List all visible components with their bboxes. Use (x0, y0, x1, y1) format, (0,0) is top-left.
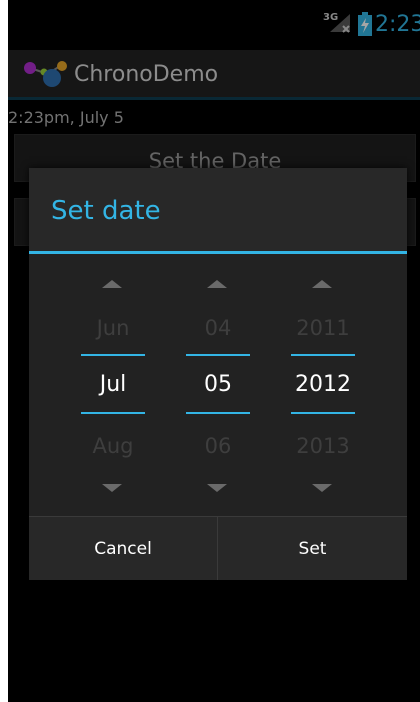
month-prev-value[interactable]: Jun (68, 316, 158, 340)
day-current-value[interactable]: 05 (173, 372, 263, 397)
dialog-button-bar: Cancel Set (29, 516, 407, 580)
set-button[interactable]: Set (218, 517, 407, 580)
day-next-value[interactable]: 06 (173, 434, 263, 458)
day-divider-top (186, 354, 250, 356)
day-picker[interactable]: 04 05 06 (173, 254, 263, 516)
day-prev-value[interactable]: 04 (173, 316, 263, 340)
year-next-value[interactable]: 2013 (278, 434, 368, 458)
year-current-value[interactable]: 2012 (278, 372, 368, 397)
day-increment-arrow-icon[interactable] (207, 280, 227, 288)
year-picker[interactable]: 2011 2012 2013 (278, 254, 368, 516)
month-divider-top (81, 354, 145, 356)
dialog-title: Set date (51, 196, 161, 226)
date-picker-dialog: Set date Jun Jul Aug 04 05 06 2011 2012 … (29, 168, 407, 580)
dialog-title-bar: Set date (29, 168, 407, 254)
day-decrement-arrow-icon[interactable] (207, 484, 227, 492)
cancel-button[interactable]: Cancel (29, 517, 218, 580)
day-divider-bottom (186, 412, 250, 414)
month-divider-bottom (81, 412, 145, 414)
year-prev-value[interactable]: 2011 (278, 316, 368, 340)
date-picker: Jun Jul Aug 04 05 06 2011 2012 2013 (29, 254, 407, 516)
year-divider-top (291, 354, 355, 356)
month-picker[interactable]: Jun Jul Aug (68, 254, 158, 516)
month-decrement-arrow-icon[interactable] (102, 484, 122, 492)
year-increment-arrow-icon[interactable] (312, 280, 332, 288)
month-current-value[interactable]: Jul (68, 372, 158, 397)
year-decrement-arrow-icon[interactable] (312, 484, 332, 492)
month-increment-arrow-icon[interactable] (102, 280, 122, 288)
month-next-value[interactable]: Aug (68, 434, 158, 458)
year-divider-bottom (291, 412, 355, 414)
device-screen: 3G 2:23 ChronoDemo 2:23pm, July 5 Set th… (8, 0, 420, 702)
